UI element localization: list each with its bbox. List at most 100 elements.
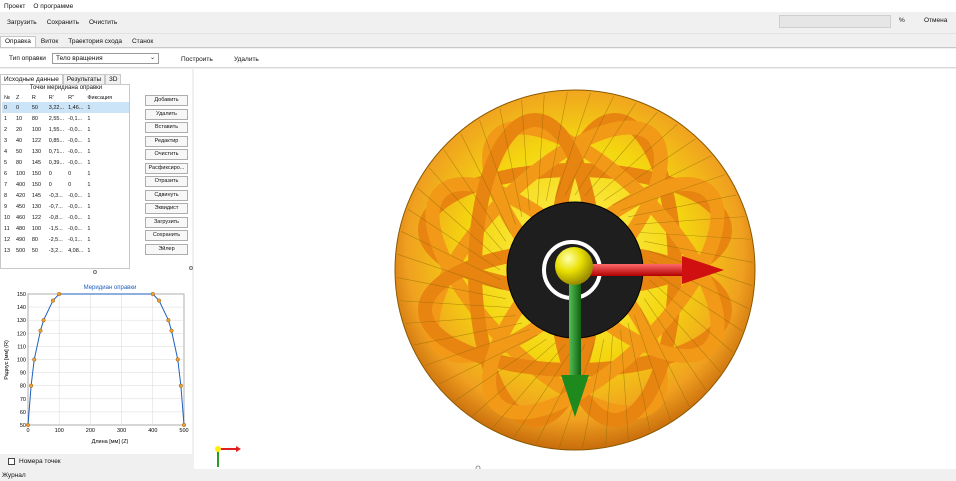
table-cell[interactable]: 130 <box>30 201 47 212</box>
table-cell[interactable]: 150 <box>30 168 47 179</box>
tab-machine[interactable]: Станок <box>127 36 158 47</box>
table-row[interactable]: 11 480 100 -1,5... -0,0... 1 <box>2 223 129 234</box>
table-cell[interactable]: 50 <box>30 245 47 256</box>
table-cell[interactable]: 1 <box>85 168 129 179</box>
side-button[interactable]: Добавить <box>145 95 188 106</box>
delete-mandrel-button[interactable]: Удалить <box>234 56 259 63</box>
table-cell[interactable]: -0,0... <box>66 146 85 157</box>
column-header[interactable]: R" <box>66 93 85 102</box>
table-cell[interactable]: -1,5... <box>47 223 66 234</box>
table-cell[interactable]: 420 <box>14 190 30 201</box>
table-row[interactable]: 0 0 50 3,22... 1,46... 1 <box>2 102 129 113</box>
table-cell[interactable]: 1 <box>85 113 129 124</box>
table-cell[interactable]: 1 <box>85 201 129 212</box>
table-cell[interactable]: 10 <box>14 113 30 124</box>
table-cell[interactable]: 0 <box>47 179 66 190</box>
table-cell[interactable]: -0,7... <box>47 201 66 212</box>
table-cell[interactable]: 100 <box>30 223 47 234</box>
side-button[interactable]: Эйлер <box>145 243 188 255</box>
table-cell[interactable]: 1 <box>85 223 129 234</box>
table-cell[interactable]: -0,0... <box>66 201 85 212</box>
side-button[interactable]: Редактир <box>145 135 188 147</box>
side-button[interactable]: Вставить <box>145 122 188 133</box>
side-button[interactable]: Очистить <box>145 149 188 160</box>
table-cell[interactable]: 0 <box>66 168 85 179</box>
table-cell[interactable]: -3,2... <box>47 245 66 256</box>
table-cell[interactable]: 0 <box>2 102 14 113</box>
table-cell[interactable]: 0 <box>47 168 66 179</box>
table-row[interactable]: 4 50 130 0,71... -0,0... 1 <box>2 146 129 157</box>
table-cell[interactable]: -0,1... <box>66 113 85 124</box>
table-cell[interactable]: 1 <box>85 190 129 201</box>
table-cell[interactable]: 0,71... <box>47 146 66 157</box>
splitter-handle-right[interactable] <box>189 266 193 270</box>
column-header[interactable]: № <box>2 93 14 102</box>
menu-about[interactable]: О программе <box>33 3 73 10</box>
table-cell[interactable]: 50 <box>29 102 47 113</box>
table-cell[interactable]: 4 <box>2 146 14 157</box>
table-row[interactable]: 6 100 150 0 0 1 <box>2 168 129 179</box>
save-button[interactable]: Сохранить <box>46 17 80 28</box>
cancel-button[interactable]: Отмена <box>924 17 947 24</box>
table-cell[interactable]: 1,55... <box>47 124 66 135</box>
table-cell[interactable]: 40 <box>14 135 30 146</box>
table-row[interactable]: 7 400 150 0 0 1 <box>2 179 129 190</box>
tab-turn[interactable]: Виток <box>36 36 63 47</box>
table-cell[interactable]: 3,22... <box>46 102 67 113</box>
table-row[interactable]: 5 80 145 0,39... -0,0... 1 <box>2 157 129 168</box>
table-cell[interactable]: 400 <box>14 179 30 190</box>
table-cell[interactable]: -0,0... <box>66 135 85 146</box>
3d-viewport[interactable] <box>194 69 956 471</box>
table-cell[interactable]: 0,39... <box>47 157 66 168</box>
table-cell[interactable]: 1 <box>85 102 129 113</box>
side-button[interactable]: Отразить <box>145 176 188 187</box>
menu-project[interactable]: Проект <box>4 3 25 10</box>
table-cell[interactable]: -0,0... <box>66 124 85 135</box>
table-row[interactable]: 10 460 122 -0,8... -0,0... 1 <box>2 212 129 223</box>
table-cell[interactable]: 130 <box>30 146 47 157</box>
tab-input-data[interactable]: Исходные данные <box>0 74 63 84</box>
table-cell[interactable]: 9 <box>2 201 14 212</box>
table-cell[interactable]: 80 <box>14 157 30 168</box>
table-cell[interactable]: 11 <box>2 223 14 234</box>
table-cell[interactable]: 1 <box>85 157 129 168</box>
side-button[interactable]: Сдвинуть <box>145 189 188 201</box>
tab-3d[interactable]: 3D <box>105 74 122 84</box>
table-cell[interactable]: 100 <box>30 124 47 135</box>
table-cell[interactable]: -0,0... <box>66 157 85 168</box>
tab-results[interactable]: Результаты <box>62 74 106 84</box>
splitter-handle[interactable] <box>93 270 97 274</box>
table-cell[interactable]: 0,85... <box>47 135 66 146</box>
table-cell[interactable]: 13 <box>2 245 14 256</box>
table-row[interactable]: 1 10 80 2,55... -0,1... 1 <box>2 113 129 124</box>
side-button[interactable]: Удалить <box>145 108 188 120</box>
table-cell[interactable]: 10 <box>2 212 14 223</box>
table-cell[interactable]: 1 <box>85 212 129 223</box>
table-row[interactable]: 3 40 122 0,85... -0,0... 1 <box>2 135 129 146</box>
table-cell[interactable]: 2 <box>2 124 14 135</box>
column-header[interactable]: R <box>30 93 47 102</box>
table-cell[interactable]: 490 <box>14 234 30 245</box>
mandrel-type-select[interactable]: Тело вращения ⌄ <box>52 53 159 64</box>
table-cell[interactable]: 80 <box>30 234 47 245</box>
table-cell[interactable]: 1,46... <box>66 102 86 113</box>
table-cell[interactable]: 1 <box>2 113 14 124</box>
table-cell[interactable]: -2,5... <box>47 234 66 245</box>
table-cell[interactable]: 4,08... <box>66 245 85 256</box>
table-cell[interactable]: -0,1... <box>66 234 85 245</box>
table-cell[interactable]: 122 <box>30 135 47 146</box>
table-cell[interactable]: 480 <box>14 223 30 234</box>
table-cell[interactable]: 0 <box>13 102 30 113</box>
table-cell[interactable]: 6 <box>2 168 14 179</box>
table-row[interactable]: 8 420 145 -0,3... -0,0... 1 <box>2 190 129 201</box>
table-cell[interactable]: -0,0... <box>66 212 85 223</box>
table-cell[interactable]: 1 <box>85 234 129 245</box>
clear-button[interactable]: Очистить <box>88 17 118 28</box>
side-button[interactable]: Загрузить <box>145 216 188 228</box>
table-cell[interactable]: 8 <box>2 190 14 201</box>
bottom-splitter-handle[interactable] <box>475 465 481 471</box>
column-header[interactable]: Фиксация <box>85 93 129 102</box>
table-cell[interactable]: 460 <box>14 212 30 223</box>
table-cell[interactable]: -0,8... <box>47 212 66 223</box>
table-cell[interactable]: 5 <box>2 157 14 168</box>
